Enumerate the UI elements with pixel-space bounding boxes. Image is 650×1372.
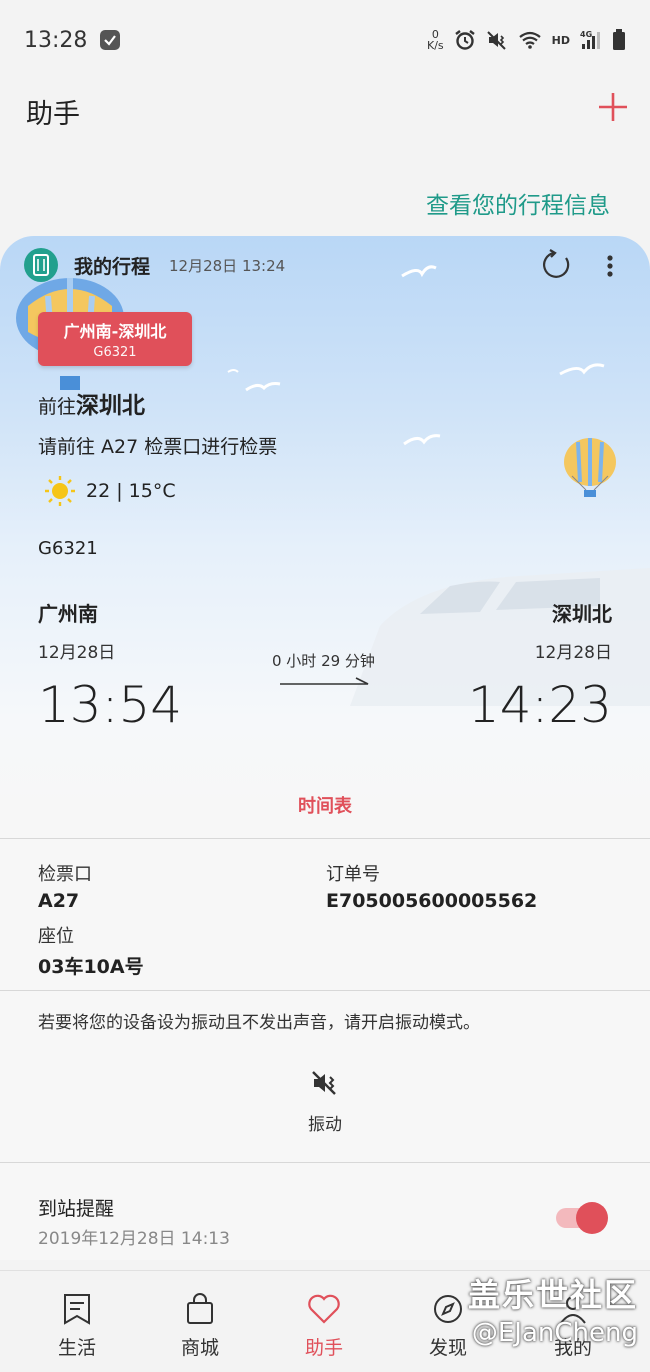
trip-icon	[24, 248, 58, 282]
status-bar: 13:28 0 K/s HD 4G	[0, 0, 650, 80]
route-badge-train: G6321	[93, 345, 137, 360]
vibrate-label: 振动	[308, 1115, 342, 1135]
arrival-time-big: 14:23	[467, 676, 612, 734]
gate-value: A27	[38, 890, 80, 912]
plus-icon	[599, 93, 627, 121]
toggle-knob	[576, 1202, 608, 1234]
more-vertical-icon	[607, 255, 613, 277]
shopping-bag-icon	[187, 1293, 213, 1324]
destination-prefix: 前往	[38, 396, 77, 418]
departure-station: 广州南	[38, 602, 98, 626]
wifi-icon	[518, 30, 542, 50]
watermark-handle: @EJanCheng	[471, 1318, 638, 1348]
arrival-reminder-time: 2019年12月28日 14:13	[38, 1229, 230, 1249]
order-label: 订单号	[326, 864, 380, 885]
net-speed: 0 K/s	[427, 29, 444, 51]
card-timestamp: 12月28日 13:24	[169, 257, 286, 275]
divider	[0, 1162, 650, 1163]
view-trip-info-link[interactable]: 查看您的行程信息	[426, 186, 610, 220]
destination-line: 前往深圳北	[38, 386, 145, 420]
card-title: 我的行程	[74, 256, 151, 278]
cell-signal-icon: 4G	[580, 29, 602, 51]
divider	[0, 990, 650, 991]
gate-instruction: 请前往 A27 检票口进行检票	[38, 436, 278, 458]
svg-text:4G: 4G	[580, 30, 592, 39]
sun-icon	[45, 476, 75, 506]
arrival-station: 深圳北	[552, 602, 612, 626]
vibrate-button[interactable]: 振动	[280, 1068, 370, 1142]
gate-label: 检票口	[38, 864, 92, 885]
arrival-reminder-title: 到站提醒	[38, 1198, 115, 1220]
alarm-icon	[454, 29, 476, 51]
page-title: 助手	[26, 99, 80, 130]
nav-label-assistant: 助手	[304, 1337, 343, 1359]
nav-label-life: 生活	[57, 1337, 96, 1359]
vibrate-mute-icon	[486, 29, 508, 51]
departure-time: 13:54	[38, 676, 183, 734]
refresh-icon	[543, 249, 570, 278]
add-button[interactable]	[596, 90, 630, 124]
weather: 22 | 15°C	[44, 474, 176, 508]
arrival-reminder-toggle[interactable]	[556, 1202, 608, 1234]
route-badge-route: 广州南-深圳北	[63, 322, 167, 341]
arrival-date: 12月28日	[534, 643, 612, 663]
nav-item-life[interactable]: 生活	[27, 1293, 127, 1360]
bookmark-icon	[64, 1294, 90, 1325]
seat-label: 座位	[38, 926, 74, 947]
vibrate-note: 若要将您的设备设为振动且不发出声音，请开启振动模式。	[38, 1013, 480, 1033]
more-options-button[interactable]	[600, 250, 620, 282]
destination-name: 深圳北	[76, 393, 146, 419]
hd-indicator: HD	[551, 33, 570, 47]
arrow-right-icon	[280, 677, 369, 685]
weather-text: 22 | 15°C	[86, 480, 176, 502]
heart-icon	[308, 1294, 340, 1324]
nav-item-assistant[interactable]: 助手	[274, 1293, 374, 1360]
app-header: 助手	[0, 82, 650, 138]
seat-value: 03车10A号	[38, 956, 144, 978]
check-badge-icon	[99, 29, 121, 51]
status-time: 13:28	[24, 27, 88, 53]
timetable-link[interactable]: 时间表	[0, 792, 650, 818]
divider	[0, 838, 650, 839]
battery-icon	[612, 29, 626, 51]
watermark-title: 盖乐世社区	[467, 1276, 638, 1314]
refresh-button[interactable]	[540, 248, 574, 282]
trip-card: 我的行程 12月28日 13:24 广州南-深圳北 G6321 前往深圳北 请前…	[0, 236, 650, 1260]
card-header: 我的行程 12月28日 13:24	[24, 248, 634, 282]
compass-icon	[434, 1295, 462, 1323]
order-value: E705005600005562	[326, 890, 538, 912]
departure-date: 12月28日	[38, 643, 116, 663]
nav-label-store: 商城	[180, 1337, 219, 1359]
nav-item-store[interactable]: 商城	[150, 1293, 250, 1360]
route-badge: 广州南-深圳北 G6321	[38, 312, 192, 366]
vibrate-mute-icon	[312, 1071, 336, 1095]
net-speed-unit: K/s	[427, 39, 444, 52]
train-number: G6321	[38, 538, 98, 559]
trip-duration: 0 小时 29 分钟	[272, 652, 375, 670]
